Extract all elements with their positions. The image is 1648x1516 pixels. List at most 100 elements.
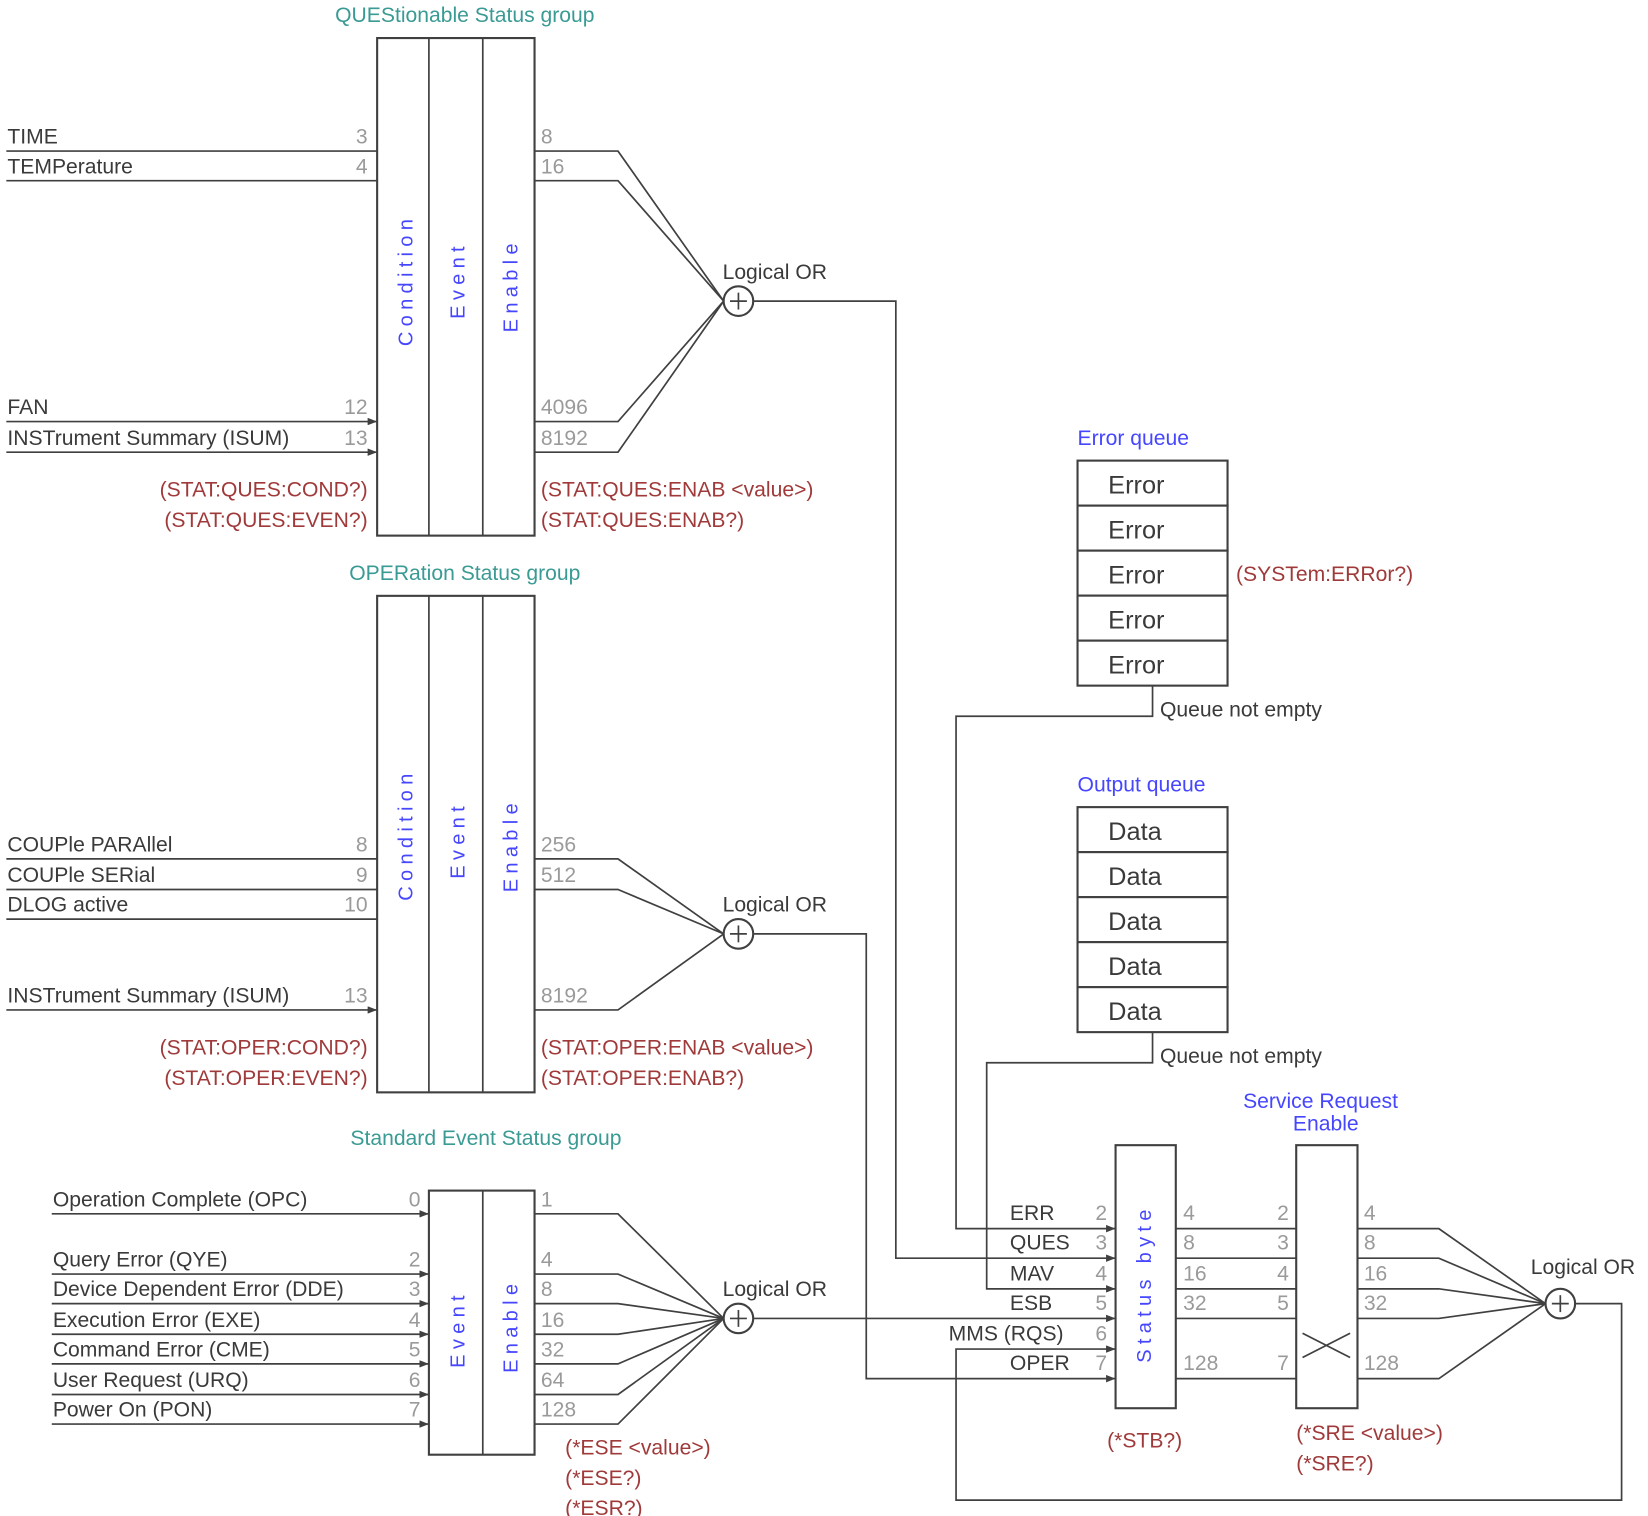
oper-even-query: (STAT:OPER:EVEN?) xyxy=(164,1067,367,1090)
questionable-input-label: TIME xyxy=(7,126,57,149)
standard_event-input-label: Power On (PON) xyxy=(53,1399,213,1422)
questionable-input-label: INSTrument Summary (ISUM) xyxy=(7,427,289,450)
sre-set-query: (*SRE <value>) xyxy=(1296,1422,1443,1445)
standard_event-input-label: Command Error (CME) xyxy=(53,1338,270,1361)
status-byte-output-weight: 16 xyxy=(1183,1262,1206,1285)
ese-query: (*ESE?) xyxy=(565,1467,641,1490)
standard_event-input-bit: 2 xyxy=(409,1249,421,1272)
status-byte-input-label: QUES xyxy=(1010,1232,1070,1255)
standard_event-input-bit: 5 xyxy=(409,1338,421,1361)
status-byte-input-label: MAV xyxy=(1010,1262,1054,1285)
questionable-output-weight: 4096 xyxy=(541,396,588,419)
operation-input-bit: 13 xyxy=(344,985,367,1008)
questionable-output-line xyxy=(534,179,725,302)
questionable-output-weight: 16 xyxy=(541,155,564,178)
status-byte-input-label: ERR xyxy=(1010,1202,1055,1225)
standard_event-input-label: Operation Complete (OPC) xyxy=(53,1188,308,1211)
sre-bit: 5 xyxy=(1277,1292,1289,1315)
status-byte-input-bit: 5 xyxy=(1095,1292,1107,1315)
status-byte-output-weight: 32 xyxy=(1183,1292,1206,1315)
questionable-register-label: Enable xyxy=(500,238,522,332)
status-byte-input-bit: 6 xyxy=(1095,1323,1107,1346)
status-byte-input-bit: 2 xyxy=(1095,1202,1107,1225)
standard_event-input-label: User Request (URQ) xyxy=(53,1369,249,1392)
operation-register-label: Event xyxy=(447,801,469,879)
output-queue-entry: Data xyxy=(1108,908,1162,936)
standard_event-input-label: Execution Error (EXE) xyxy=(53,1309,261,1332)
standard_event-input-bit: 3 xyxy=(409,1278,421,1301)
standard_event-input-label: Query Error (QYE) xyxy=(53,1249,228,1272)
operation-input-bit: 8 xyxy=(356,833,368,856)
status-byte-output-weight: 8 xyxy=(1183,1232,1195,1255)
operation-output-weight: 256 xyxy=(541,833,576,856)
standard_event-register-label: Enable xyxy=(500,1279,522,1373)
error-queue-entry: Error xyxy=(1108,606,1165,634)
questionable-input-bit: 3 xyxy=(356,126,368,149)
status-byte-input-bit: 3 xyxy=(1095,1232,1107,1255)
operation-input-bit: 9 xyxy=(356,864,368,887)
ese-query: (*ESE <value>) xyxy=(565,1437,711,1460)
standard_event-input-bit: 4 xyxy=(409,1309,421,1332)
status-byte-output-weight: 4 xyxy=(1183,1202,1195,1225)
error-queue-entry: Error xyxy=(1108,516,1165,544)
status-byte-output-weight: 128 xyxy=(1183,1352,1218,1375)
operation-input-label: INSTrument Summary (ISUM) xyxy=(7,985,289,1008)
questionable-or-label: Logical OR xyxy=(723,261,827,284)
oper-summary-line xyxy=(753,933,1116,1383)
error-queue-entry: Error xyxy=(1108,561,1165,589)
operation-input-label: COUPle PARAllel xyxy=(7,833,172,856)
sre-bit: 2 xyxy=(1277,1202,1289,1225)
standard_event-title: Standard Event Status group xyxy=(350,1127,621,1150)
status-byte-input-label: MMS (RQS) xyxy=(949,1323,1064,1346)
questionable-input-bit: 13 xyxy=(344,427,367,450)
questionable-output-weight: 8192 xyxy=(541,427,588,450)
status-byte-input-label: OPER xyxy=(1010,1352,1070,1375)
sre-title: Service Request xyxy=(1243,1090,1398,1113)
stb-query: (*STB?) xyxy=(1107,1429,1182,1452)
operation-input-label: DLOG active xyxy=(7,894,128,917)
questionable-input-bit: 12 xyxy=(344,396,367,419)
operation-or-label: Logical OR xyxy=(723,894,827,917)
error-queue-entry: Error xyxy=(1108,651,1165,679)
standard_event-register-label: Event xyxy=(447,1290,469,1368)
sre-box xyxy=(1295,1144,1359,1410)
standard_event-input-label: Device Dependent Error (DDE) xyxy=(53,1278,344,1301)
sre-output-weight: 4 xyxy=(1364,1202,1376,1225)
questionable-title: QUEStionable Status group xyxy=(335,4,594,27)
output-queue-status: Queue not empty xyxy=(1160,1045,1322,1068)
questionable-output-weight: 8 xyxy=(541,126,553,149)
output-queue-entry: Data xyxy=(1108,998,1162,1026)
questionable-input-label: FAN xyxy=(7,396,48,419)
ques-enab-query: (STAT:QUES:ENAB?) xyxy=(541,509,744,532)
error-queue-entry: Error xyxy=(1108,471,1165,499)
questionable-input-label: TEMPerature xyxy=(7,155,133,178)
output-queue-entry: Data xyxy=(1108,953,1162,981)
operation-register-label: Enable xyxy=(500,798,522,892)
standard_event-output-weight: 8 xyxy=(541,1278,553,1301)
error-queue-title: Error queue xyxy=(1078,427,1189,450)
ques-cond-query: (STAT:QUES:COND?) xyxy=(160,479,368,502)
ques-summary-line xyxy=(753,300,1116,1262)
operation-output-weight: 512 xyxy=(541,864,576,887)
operation-output-line xyxy=(534,888,724,935)
ese-query: (*ESR?) xyxy=(565,1497,642,1516)
operation-input-bit: 10 xyxy=(344,894,367,917)
status-byte-input-label: ESB xyxy=(1010,1292,1052,1315)
questionable-register-label: Event xyxy=(447,241,469,319)
standard_event-or-label: Logical OR xyxy=(723,1278,827,1301)
oper-enab-query: (STAT:OPER:ENAB?) xyxy=(541,1067,744,1090)
sre-bit: 4 xyxy=(1277,1262,1289,1285)
operation-register-label: Condition xyxy=(396,768,418,900)
status-byte-label: Status byte xyxy=(1134,1204,1156,1362)
status-system-diagram: QUEStionable Status group Condition Event E… xyxy=(6,4,1635,1516)
standard_event-output-weight: 64 xyxy=(541,1369,565,1392)
questionable-input-bit: 4 xyxy=(356,155,368,178)
oper-enab-set-query: (STAT:OPER:ENAB <value>) xyxy=(541,1036,814,1059)
sre-query: (*SRE?) xyxy=(1296,1453,1373,1476)
sre-bit: 7 xyxy=(1277,1352,1289,1375)
output-queue-entry: Data xyxy=(1108,818,1162,846)
standard_event-output-weight: 4 xyxy=(541,1249,553,1272)
sre-or-label: Logical OR xyxy=(1531,1256,1635,1279)
status-byte-input-bit: 4 xyxy=(1095,1262,1107,1285)
sre-output-weight: 128 xyxy=(1364,1352,1399,1375)
